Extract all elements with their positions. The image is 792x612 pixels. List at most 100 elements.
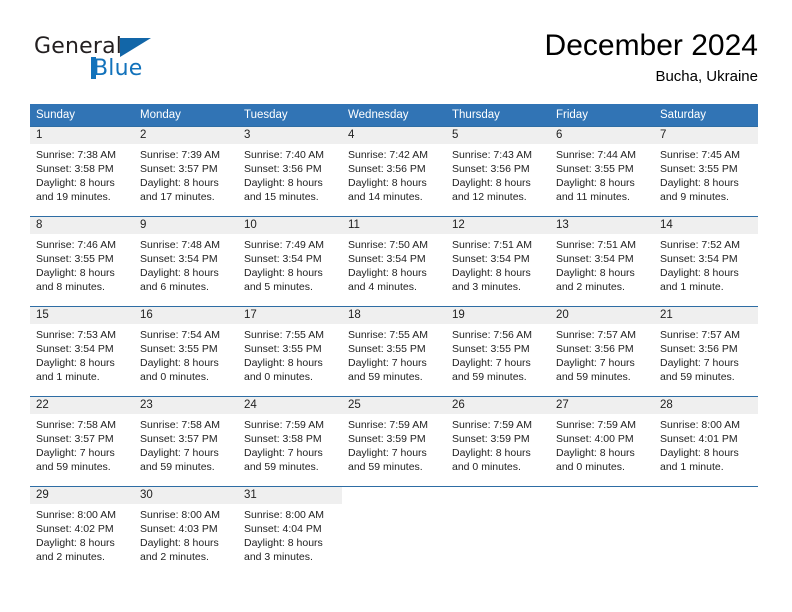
day-number — [550, 487, 654, 504]
calendar-day-cell[interactable]: 5 Sunrise: 7:43 AM Sunset: 3:56 PM Dayli… — [446, 126, 550, 217]
daylight-text-line2: and 5 minutes. — [244, 281, 313, 293]
day-number: 28 — [654, 397, 758, 414]
day-number: 5 — [446, 127, 550, 144]
sunrise-text: Sunrise: 8:00 AM — [244, 509, 324, 521]
sunset-text: Sunset: 3:54 PM — [348, 253, 426, 265]
calendar-day-cell[interactable]: 10 Sunrise: 7:49 AM Sunset: 3:54 PM Dayl… — [238, 216, 342, 307]
day-number: 18 — [342, 307, 446, 324]
calendar-day-cell[interactable]: 29 Sunrise: 8:00 AM Sunset: 4:02 PM Dayl… — [30, 486, 134, 576]
daylight-text-line1: Daylight: 8 hours — [348, 267, 427, 279]
sunrise-text: Sunrise: 7:56 AM — [452, 329, 532, 341]
weekday-header-tuesday: Tuesday — [238, 104, 342, 127]
calendar-day-cell[interactable]: 2 Sunrise: 7:39 AM Sunset: 3:57 PM Dayli… — [134, 126, 238, 217]
sunset-text: Sunset: 3:57 PM — [140, 433, 218, 445]
day-number: 25 — [342, 397, 446, 414]
sunrise-text: Sunrise: 7:42 AM — [348, 149, 428, 161]
day-details: Sunrise: 7:59 AM Sunset: 3:59 PM Dayligh… — [342, 414, 446, 474]
day-details: Sunrise: 7:54 AM Sunset: 3:55 PM Dayligh… — [134, 324, 238, 384]
sunset-text: Sunset: 4:01 PM — [660, 433, 738, 445]
daylight-text-line1: Daylight: 8 hours — [36, 537, 115, 549]
calendar-day-cell[interactable]: 16 Sunrise: 7:54 AM Sunset: 3:55 PM Dayl… — [134, 306, 238, 397]
sunrise-text: Sunrise: 8:00 AM — [140, 509, 220, 521]
day-details: Sunrise: 7:55 AM Sunset: 3:55 PM Dayligh… — [238, 324, 342, 384]
weekday-header-thursday: Thursday — [446, 104, 550, 127]
daylight-text-line2: and 12 minutes. — [452, 191, 527, 203]
day-details: Sunrise: 7:58 AM Sunset: 3:57 PM Dayligh… — [30, 414, 134, 474]
calendar-day-cell[interactable]: 26 Sunrise: 7:59 AM Sunset: 3:59 PM Dayl… — [446, 396, 550, 487]
day-number: 9 — [134, 217, 238, 234]
daylight-text-line2: and 11 minutes. — [556, 191, 630, 203]
daylight-text-line1: Daylight: 8 hours — [244, 537, 323, 549]
calendar-day-cell[interactable]: 12 Sunrise: 7:51 AM Sunset: 3:54 PM Dayl… — [446, 216, 550, 307]
calendar-day-cell[interactable]: 18 Sunrise: 7:55 AM Sunset: 3:55 PM Dayl… — [342, 306, 446, 397]
calendar-day-cell[interactable]: 1 Sunrise: 7:38 AM Sunset: 3:58 PM Dayli… — [30, 126, 134, 217]
sunset-text: Sunset: 3:55 PM — [556, 163, 634, 175]
calendar-day-cell[interactable]: 15 Sunrise: 7:53 AM Sunset: 3:54 PM Dayl… — [30, 306, 134, 397]
daylight-text-line2: and 1 minute. — [660, 281, 724, 293]
calendar-day-cell[interactable]: 7 Sunrise: 7:45 AM Sunset: 3:55 PM Dayli… — [654, 126, 758, 217]
calendar-grid: Sunday Monday Tuesday Wednesday Thursday… — [30, 104, 758, 576]
calendar-day-cell[interactable]: 6 Sunrise: 7:44 AM Sunset: 3:55 PM Dayli… — [550, 126, 654, 217]
day-number: 23 — [134, 397, 238, 414]
brand-logo[interactable]: General Blue — [34, 34, 254, 90]
calendar-day-cell[interactable]: 17 Sunrise: 7:55 AM Sunset: 3:55 PM Dayl… — [238, 306, 342, 397]
sunrise-text: Sunrise: 7:59 AM — [452, 419, 532, 431]
daylight-text-line2: and 8 minutes. — [36, 281, 105, 293]
day-number: 7 — [654, 127, 758, 144]
sunset-text: Sunset: 3:55 PM — [452, 343, 530, 355]
day-details: Sunrise: 7:58 AM Sunset: 3:57 PM Dayligh… — [134, 414, 238, 474]
calendar-day-cell[interactable]: 14 Sunrise: 7:52 AM Sunset: 3:54 PM Dayl… — [654, 216, 758, 307]
calendar-day-cell[interactable]: 9 Sunrise: 7:48 AM Sunset: 3:54 PM Dayli… — [134, 216, 238, 307]
daylight-text-line2: and 59 minutes. — [244, 461, 319, 473]
daylight-text-line2: and 9 minutes. — [660, 191, 729, 203]
daylight-text-line2: and 6 minutes. — [140, 281, 209, 293]
day-details — [342, 504, 446, 508]
calendar-day-cell[interactable]: 23 Sunrise: 7:58 AM Sunset: 3:57 PM Dayl… — [134, 396, 238, 487]
day-details: Sunrise: 7:53 AM Sunset: 3:54 PM Dayligh… — [30, 324, 134, 384]
sunset-text: Sunset: 3:55 PM — [140, 343, 218, 355]
calendar-day-cell[interactable]: 27 Sunrise: 7:59 AM Sunset: 4:00 PM Dayl… — [550, 396, 654, 487]
calendar-day-cell-empty — [342, 486, 446, 576]
calendar-day-cell[interactable]: 3 Sunrise: 7:40 AM Sunset: 3:56 PM Dayli… — [238, 126, 342, 217]
calendar-day-cell[interactable]: 19 Sunrise: 7:56 AM Sunset: 3:55 PM Dayl… — [446, 306, 550, 397]
sunrise-text: Sunrise: 7:53 AM — [36, 329, 116, 341]
calendar-day-cell[interactable]: 11 Sunrise: 7:50 AM Sunset: 3:54 PM Dayl… — [342, 216, 446, 307]
sunset-text: Sunset: 3:54 PM — [660, 253, 738, 265]
sunrise-text: Sunrise: 7:57 AM — [660, 329, 740, 341]
day-details: Sunrise: 7:50 AM Sunset: 3:54 PM Dayligh… — [342, 234, 446, 294]
day-number — [342, 487, 446, 504]
daylight-text-line1: Daylight: 8 hours — [660, 447, 739, 459]
day-number: 4 — [342, 127, 446, 144]
calendar-day-cell[interactable]: 8 Sunrise: 7:46 AM Sunset: 3:55 PM Dayli… — [30, 216, 134, 307]
day-details: Sunrise: 7:52 AM Sunset: 3:54 PM Dayligh… — [654, 234, 758, 294]
daylight-text-line2: and 3 minutes. — [452, 281, 521, 293]
calendar-day-cell[interactable]: 13 Sunrise: 7:51 AM Sunset: 3:54 PM Dayl… — [550, 216, 654, 307]
calendar-day-cell[interactable]: 25 Sunrise: 7:59 AM Sunset: 3:59 PM Dayl… — [342, 396, 446, 487]
calendar-day-cell[interactable]: 4 Sunrise: 7:42 AM Sunset: 3:56 PM Dayli… — [342, 126, 446, 217]
title-block: December 2024 Bucha, Ukraine — [545, 28, 758, 88]
sunset-text: Sunset: 3:55 PM — [660, 163, 738, 175]
day-number: 10 — [238, 217, 342, 234]
calendar-day-cell[interactable]: 31 Sunrise: 8:00 AM Sunset: 4:04 PM Dayl… — [238, 486, 342, 576]
daylight-text-line1: Daylight: 8 hours — [36, 267, 115, 279]
sunrise-text: Sunrise: 7:54 AM — [140, 329, 220, 341]
day-number: 1 — [30, 127, 134, 144]
calendar-day-cell[interactable]: 28 Sunrise: 8:00 AM Sunset: 4:01 PM Dayl… — [654, 396, 758, 487]
day-number: 12 — [446, 217, 550, 234]
calendar-day-cell[interactable]: 30 Sunrise: 8:00 AM Sunset: 4:03 PM Dayl… — [134, 486, 238, 576]
daylight-text-line2: and 0 minutes. — [140, 371, 209, 383]
day-details: Sunrise: 7:48 AM Sunset: 3:54 PM Dayligh… — [134, 234, 238, 294]
day-details: Sunrise: 7:49 AM Sunset: 3:54 PM Dayligh… — [238, 234, 342, 294]
daylight-text-line2: and 0 minutes. — [556, 461, 625, 473]
calendar-day-cell[interactable]: 21 Sunrise: 7:57 AM Sunset: 3:56 PM Dayl… — [654, 306, 758, 397]
weekday-header-wednesday: Wednesday — [342, 104, 446, 127]
daylight-text-line2: and 59 minutes. — [348, 461, 423, 473]
day-details: Sunrise: 8:00 AM Sunset: 4:01 PM Dayligh… — [654, 414, 758, 474]
sunrise-text: Sunrise: 7:45 AM — [660, 149, 740, 161]
calendar-day-cell[interactable]: 20 Sunrise: 7:57 AM Sunset: 3:56 PM Dayl… — [550, 306, 654, 397]
daylight-text-line1: Daylight: 7 hours — [348, 357, 427, 369]
calendar-day-cell[interactable]: 24 Sunrise: 7:59 AM Sunset: 3:58 PM Dayl… — [238, 396, 342, 487]
calendar-day-cell[interactable]: 22 Sunrise: 7:58 AM Sunset: 3:57 PM Dayl… — [30, 396, 134, 487]
calendar-week-row: 1 Sunrise: 7:38 AM Sunset: 3:58 PM Dayli… — [30, 126, 758, 217]
daylight-text-line1: Daylight: 8 hours — [452, 267, 531, 279]
